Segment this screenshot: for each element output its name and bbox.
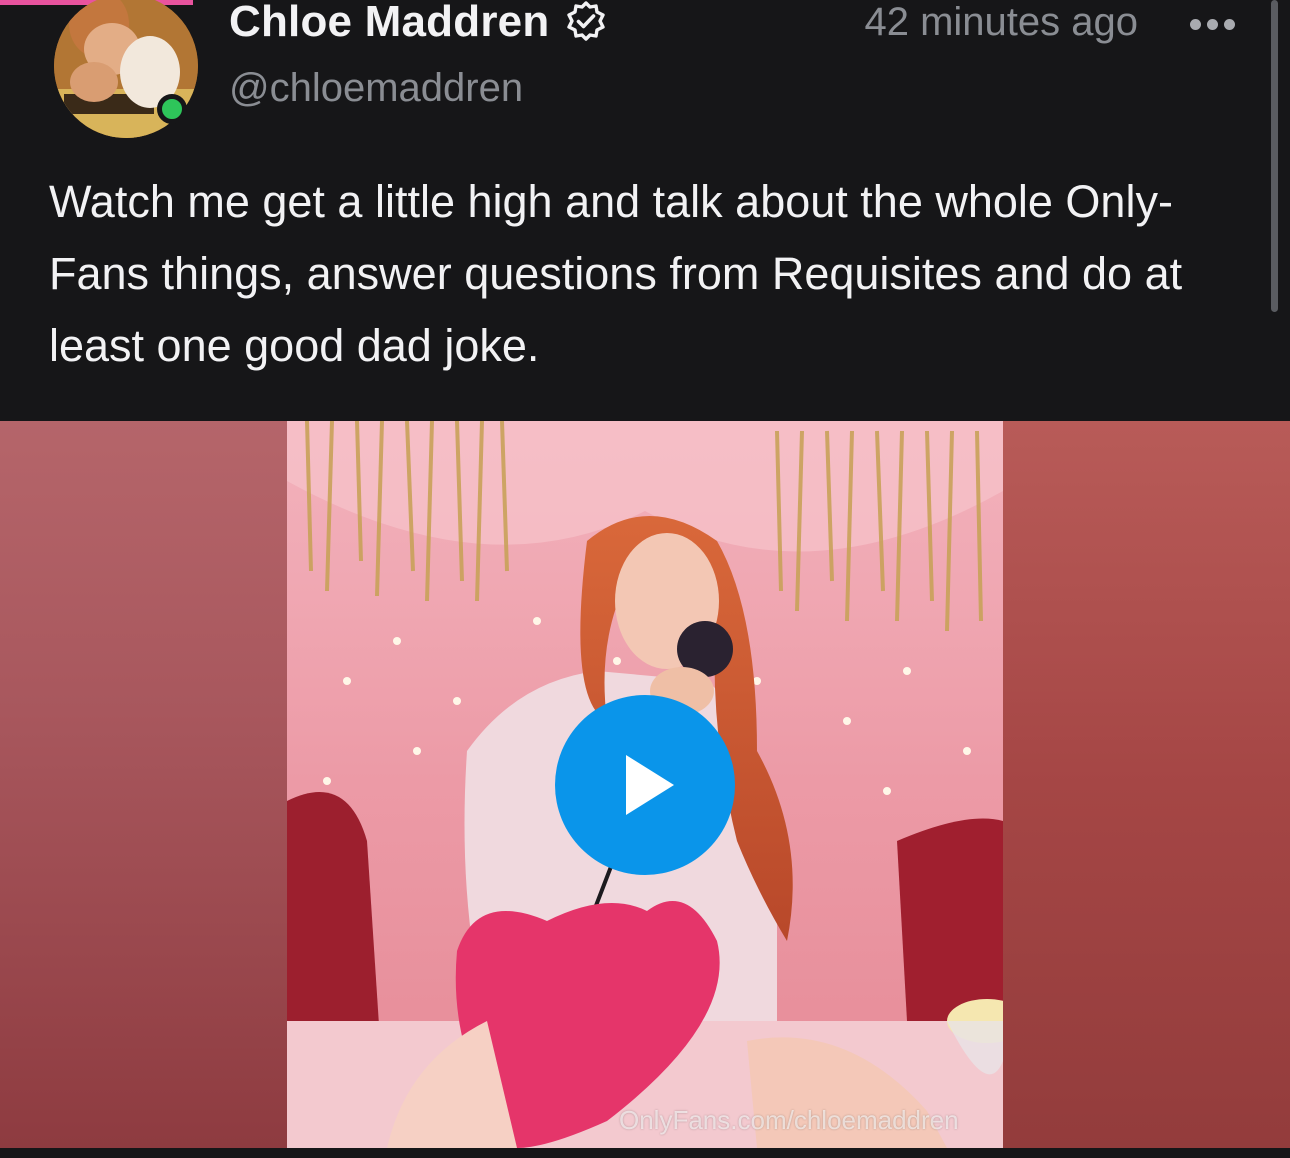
author-name-row: Chloe Maddren: [229, 0, 609, 50]
media-watermark: OnlyFans.com/chloemaddren: [619, 1105, 959, 1135]
media-blur-left: [0, 421, 287, 1148]
more-horizontal-icon: [1189, 18, 1201, 30]
verified-badge-icon: [563, 0, 609, 45]
play-button[interactable]: [555, 695, 735, 875]
scrollbar[interactable]: [1271, 0, 1278, 312]
more-options-button[interactable]: [1180, 6, 1244, 42]
media-blur-right: [1003, 421, 1290, 1148]
post-media[interactable]: OnlyFans.com/chloemaddren: [0, 421, 1290, 1148]
author-handle[interactable]: @chloemaddren: [229, 66, 523, 111]
post-card: Chloe Maddren @chloemaddren 42 minutes a…: [0, 0, 1290, 1158]
post-text: Watch me get a little high and talk abou…: [49, 176, 1183, 371]
more-horizontal-icon-dot: [1206, 18, 1218, 30]
bottom-divider: [0, 1148, 1290, 1158]
author-display-name[interactable]: Chloe Maddren: [229, 0, 549, 47]
play-icon: [626, 755, 674, 815]
online-status-indicator: [157, 94, 187, 124]
post-timestamp: 42 minutes ago: [864, 0, 1138, 44]
more-horizontal-icon-dot: [1223, 18, 1235, 30]
author-avatar[interactable]: [54, 0, 198, 138]
